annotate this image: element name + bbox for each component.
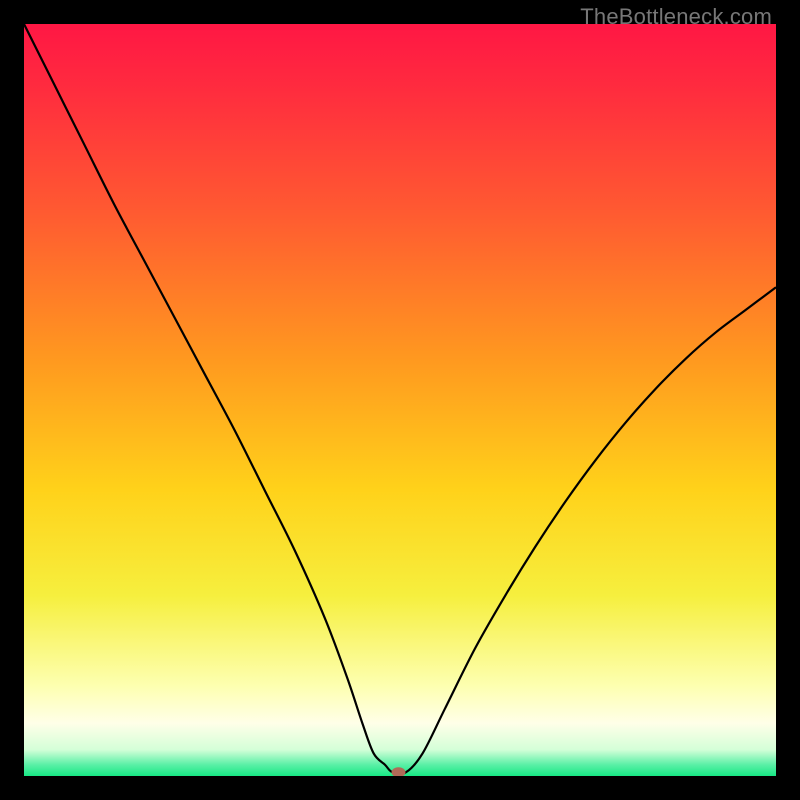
chart-svg [24,24,776,776]
watermark-text: TheBottleneck.com [580,4,772,30]
gradient-background [24,24,776,776]
chart-frame: TheBottleneck.com [0,0,800,800]
plot-area [24,24,776,776]
